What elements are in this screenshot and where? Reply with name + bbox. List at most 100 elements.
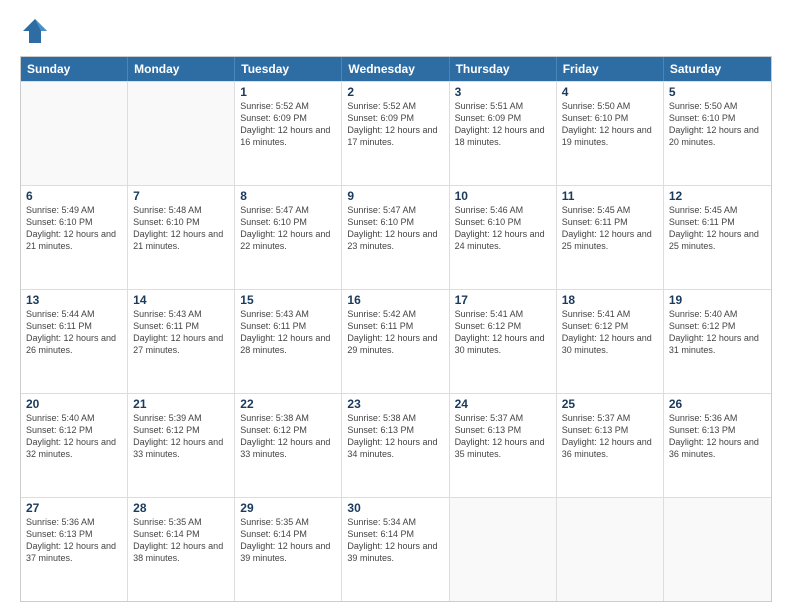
header-day-saturday: Saturday bbox=[664, 57, 771, 81]
day-number: 27 bbox=[26, 501, 122, 515]
calendar-cell: 21Sunrise: 5:39 AM Sunset: 6:12 PM Dayli… bbox=[128, 394, 235, 497]
logo-icon bbox=[20, 16, 50, 46]
calendar-cell: 14Sunrise: 5:43 AM Sunset: 6:11 PM Dayli… bbox=[128, 290, 235, 393]
header-day-wednesday: Wednesday bbox=[342, 57, 449, 81]
day-number: 4 bbox=[562, 85, 658, 99]
calendar: SundayMondayTuesdayWednesdayThursdayFrid… bbox=[20, 56, 772, 602]
day-number: 15 bbox=[240, 293, 336, 307]
calendar-cell: 8Sunrise: 5:47 AM Sunset: 6:10 PM Daylig… bbox=[235, 186, 342, 289]
day-number: 28 bbox=[133, 501, 229, 515]
day-info: Sunrise: 5:50 AM Sunset: 6:10 PM Dayligh… bbox=[669, 100, 766, 149]
calendar-cell: 16Sunrise: 5:42 AM Sunset: 6:11 PM Dayli… bbox=[342, 290, 449, 393]
day-info: Sunrise: 5:38 AM Sunset: 6:13 PM Dayligh… bbox=[347, 412, 443, 461]
calendar-cell: 12Sunrise: 5:45 AM Sunset: 6:11 PM Dayli… bbox=[664, 186, 771, 289]
day-info: Sunrise: 5:48 AM Sunset: 6:10 PM Dayligh… bbox=[133, 204, 229, 253]
calendar-cell: 28Sunrise: 5:35 AM Sunset: 6:14 PM Dayli… bbox=[128, 498, 235, 601]
calendar-cell: 18Sunrise: 5:41 AM Sunset: 6:12 PM Dayli… bbox=[557, 290, 664, 393]
day-number: 20 bbox=[26, 397, 122, 411]
calendar-cell: 5Sunrise: 5:50 AM Sunset: 6:10 PM Daylig… bbox=[664, 82, 771, 185]
calendar-cell: 29Sunrise: 5:35 AM Sunset: 6:14 PM Dayli… bbox=[235, 498, 342, 601]
day-number: 12 bbox=[669, 189, 766, 203]
calendar-cell: 1Sunrise: 5:52 AM Sunset: 6:09 PM Daylig… bbox=[235, 82, 342, 185]
calendar-cell: 10Sunrise: 5:46 AM Sunset: 6:10 PM Dayli… bbox=[450, 186, 557, 289]
calendar-cell: 11Sunrise: 5:45 AM Sunset: 6:11 PM Dayli… bbox=[557, 186, 664, 289]
calendar-row: 20Sunrise: 5:40 AM Sunset: 6:12 PM Dayli… bbox=[21, 393, 771, 497]
calendar-cell: 4Sunrise: 5:50 AM Sunset: 6:10 PM Daylig… bbox=[557, 82, 664, 185]
calendar-cell bbox=[128, 82, 235, 185]
day-info: Sunrise: 5:51 AM Sunset: 6:09 PM Dayligh… bbox=[455, 100, 551, 149]
day-number: 24 bbox=[455, 397, 551, 411]
day-number: 16 bbox=[347, 293, 443, 307]
day-info: Sunrise: 5:42 AM Sunset: 6:11 PM Dayligh… bbox=[347, 308, 443, 357]
day-info: Sunrise: 5:47 AM Sunset: 6:10 PM Dayligh… bbox=[347, 204, 443, 253]
day-info: Sunrise: 5:37 AM Sunset: 6:13 PM Dayligh… bbox=[455, 412, 551, 461]
day-info: Sunrise: 5:36 AM Sunset: 6:13 PM Dayligh… bbox=[669, 412, 766, 461]
day-info: Sunrise: 5:38 AM Sunset: 6:12 PM Dayligh… bbox=[240, 412, 336, 461]
day-number: 23 bbox=[347, 397, 443, 411]
day-info: Sunrise: 5:41 AM Sunset: 6:12 PM Dayligh… bbox=[562, 308, 658, 357]
day-number: 18 bbox=[562, 293, 658, 307]
day-number: 3 bbox=[455, 85, 551, 99]
day-number: 29 bbox=[240, 501, 336, 515]
day-info: Sunrise: 5:45 AM Sunset: 6:11 PM Dayligh… bbox=[669, 204, 766, 253]
calendar-row: 1Sunrise: 5:52 AM Sunset: 6:09 PM Daylig… bbox=[21, 81, 771, 185]
calendar-cell: 13Sunrise: 5:44 AM Sunset: 6:11 PM Dayli… bbox=[21, 290, 128, 393]
calendar-cell bbox=[557, 498, 664, 601]
day-number: 26 bbox=[669, 397, 766, 411]
day-number: 19 bbox=[669, 293, 766, 307]
day-info: Sunrise: 5:40 AM Sunset: 6:12 PM Dayligh… bbox=[26, 412, 122, 461]
calendar-cell bbox=[450, 498, 557, 601]
page: SundayMondayTuesdayWednesdayThursdayFrid… bbox=[0, 0, 792, 612]
day-info: Sunrise: 5:43 AM Sunset: 6:11 PM Dayligh… bbox=[240, 308, 336, 357]
day-info: Sunrise: 5:36 AM Sunset: 6:13 PM Dayligh… bbox=[26, 516, 122, 565]
calendar-row: 13Sunrise: 5:44 AM Sunset: 6:11 PM Dayli… bbox=[21, 289, 771, 393]
calendar-cell: 23Sunrise: 5:38 AM Sunset: 6:13 PM Dayli… bbox=[342, 394, 449, 497]
calendar-cell: 15Sunrise: 5:43 AM Sunset: 6:11 PM Dayli… bbox=[235, 290, 342, 393]
day-info: Sunrise: 5:43 AM Sunset: 6:11 PM Dayligh… bbox=[133, 308, 229, 357]
calendar-cell: 25Sunrise: 5:37 AM Sunset: 6:13 PM Dayli… bbox=[557, 394, 664, 497]
calendar-row: 27Sunrise: 5:36 AM Sunset: 6:13 PM Dayli… bbox=[21, 497, 771, 601]
header bbox=[20, 16, 772, 46]
day-number: 10 bbox=[455, 189, 551, 203]
logo bbox=[20, 16, 54, 46]
day-number: 11 bbox=[562, 189, 658, 203]
header-day-thursday: Thursday bbox=[450, 57, 557, 81]
day-info: Sunrise: 5:37 AM Sunset: 6:13 PM Dayligh… bbox=[562, 412, 658, 461]
day-number: 14 bbox=[133, 293, 229, 307]
day-number: 8 bbox=[240, 189, 336, 203]
day-number: 21 bbox=[133, 397, 229, 411]
day-info: Sunrise: 5:46 AM Sunset: 6:10 PM Dayligh… bbox=[455, 204, 551, 253]
calendar-cell: 9Sunrise: 5:47 AM Sunset: 6:10 PM Daylig… bbox=[342, 186, 449, 289]
day-number: 13 bbox=[26, 293, 122, 307]
calendar-cell: 24Sunrise: 5:37 AM Sunset: 6:13 PM Dayli… bbox=[450, 394, 557, 497]
day-number: 5 bbox=[669, 85, 766, 99]
day-info: Sunrise: 5:41 AM Sunset: 6:12 PM Dayligh… bbox=[455, 308, 551, 357]
calendar-cell: 26Sunrise: 5:36 AM Sunset: 6:13 PM Dayli… bbox=[664, 394, 771, 497]
day-info: Sunrise: 5:49 AM Sunset: 6:10 PM Dayligh… bbox=[26, 204, 122, 253]
day-number: 22 bbox=[240, 397, 336, 411]
day-info: Sunrise: 5:44 AM Sunset: 6:11 PM Dayligh… bbox=[26, 308, 122, 357]
calendar-cell: 17Sunrise: 5:41 AM Sunset: 6:12 PM Dayli… bbox=[450, 290, 557, 393]
day-info: Sunrise: 5:40 AM Sunset: 6:12 PM Dayligh… bbox=[669, 308, 766, 357]
day-info: Sunrise: 5:52 AM Sunset: 6:09 PM Dayligh… bbox=[240, 100, 336, 149]
day-number: 1 bbox=[240, 85, 336, 99]
day-number: 30 bbox=[347, 501, 443, 515]
calendar-body: 1Sunrise: 5:52 AM Sunset: 6:09 PM Daylig… bbox=[21, 81, 771, 601]
header-day-sunday: Sunday bbox=[21, 57, 128, 81]
day-number: 6 bbox=[26, 189, 122, 203]
calendar-cell: 3Sunrise: 5:51 AM Sunset: 6:09 PM Daylig… bbox=[450, 82, 557, 185]
calendar-cell bbox=[21, 82, 128, 185]
calendar-header: SundayMondayTuesdayWednesdayThursdayFrid… bbox=[21, 57, 771, 81]
calendar-cell: 7Sunrise: 5:48 AM Sunset: 6:10 PM Daylig… bbox=[128, 186, 235, 289]
calendar-cell: 19Sunrise: 5:40 AM Sunset: 6:12 PM Dayli… bbox=[664, 290, 771, 393]
calendar-cell bbox=[664, 498, 771, 601]
calendar-row: 6Sunrise: 5:49 AM Sunset: 6:10 PM Daylig… bbox=[21, 185, 771, 289]
day-info: Sunrise: 5:52 AM Sunset: 6:09 PM Dayligh… bbox=[347, 100, 443, 149]
calendar-cell: 27Sunrise: 5:36 AM Sunset: 6:13 PM Dayli… bbox=[21, 498, 128, 601]
day-info: Sunrise: 5:45 AM Sunset: 6:11 PM Dayligh… bbox=[562, 204, 658, 253]
day-info: Sunrise: 5:35 AM Sunset: 6:14 PM Dayligh… bbox=[133, 516, 229, 565]
day-number: 2 bbox=[347, 85, 443, 99]
day-number: 7 bbox=[133, 189, 229, 203]
header-day-friday: Friday bbox=[557, 57, 664, 81]
calendar-cell: 30Sunrise: 5:34 AM Sunset: 6:14 PM Dayli… bbox=[342, 498, 449, 601]
